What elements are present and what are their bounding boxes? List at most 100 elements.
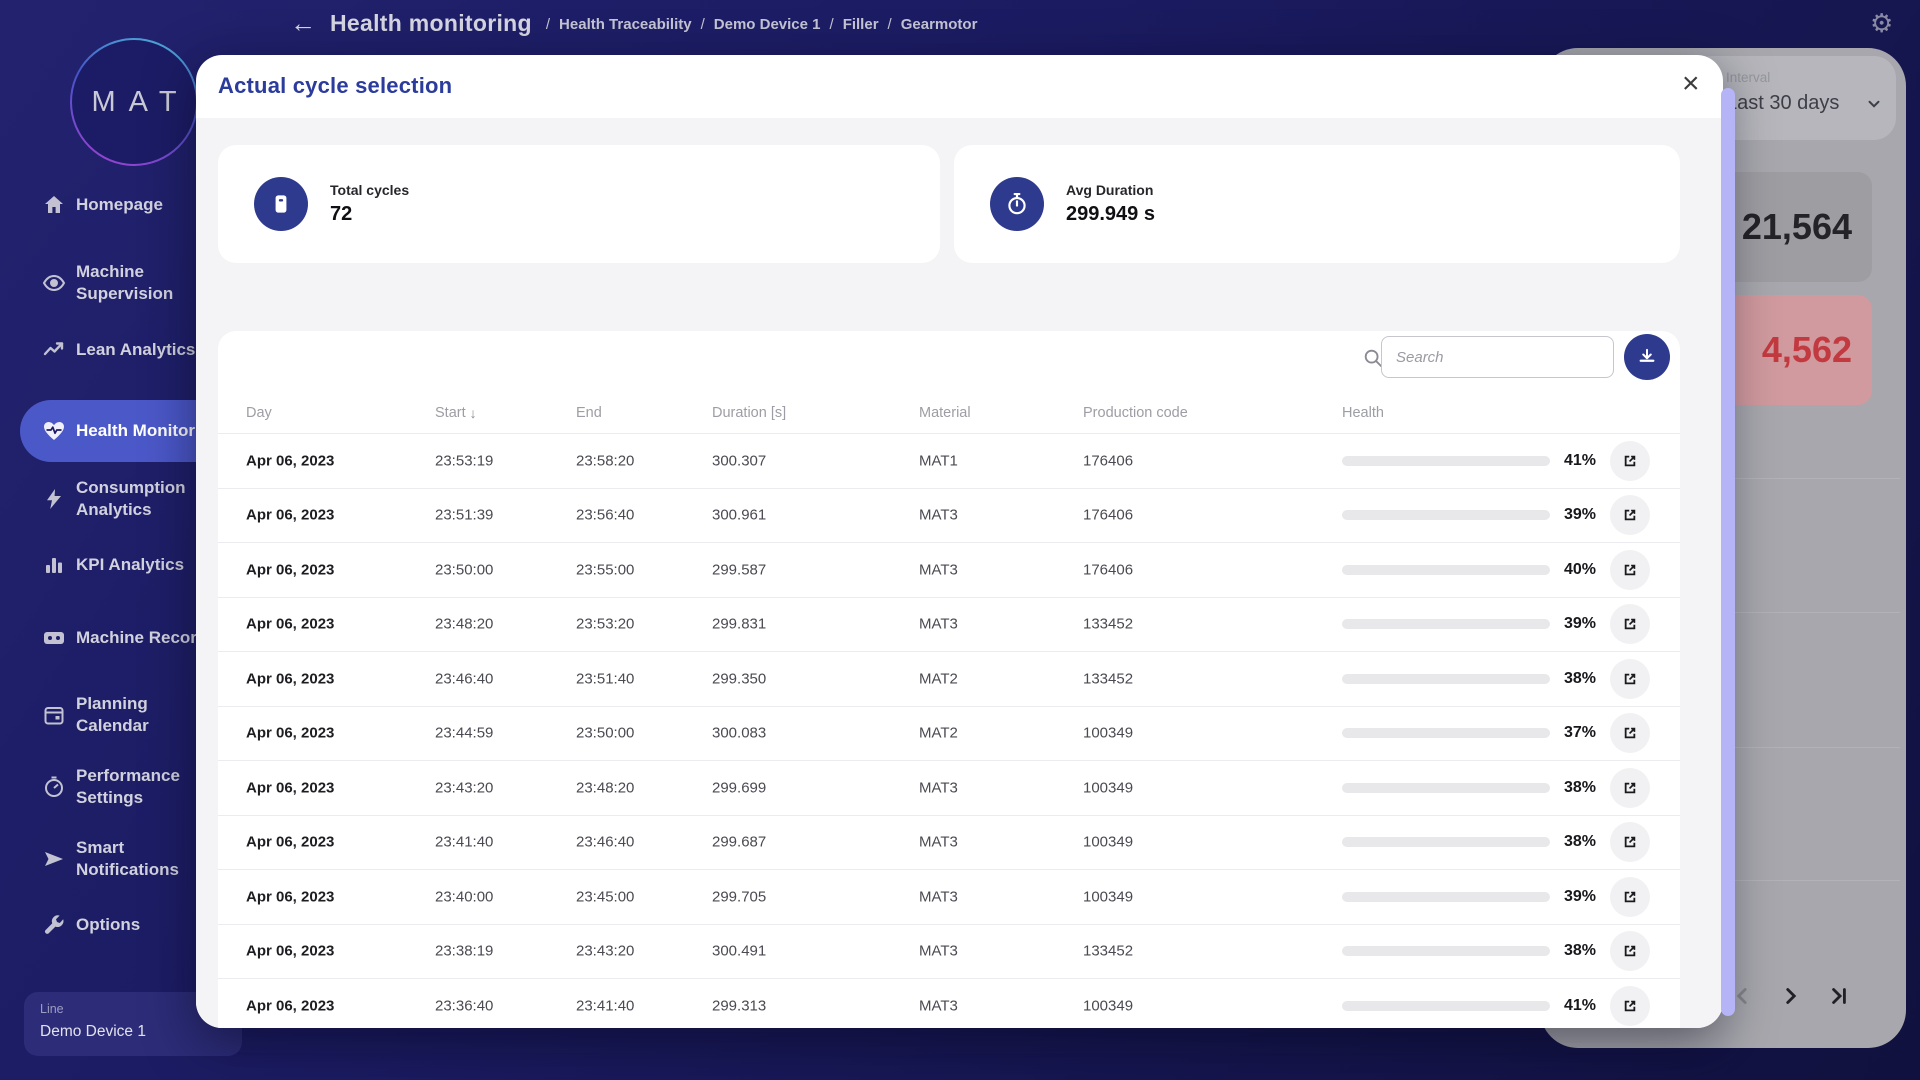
cell-end: 23:55:00: [576, 561, 634, 578]
open-in-new-button[interactable]: [1610, 495, 1650, 535]
health-percent: 41%: [1508, 997, 1596, 1015]
open-in-new-button[interactable]: [1610, 441, 1650, 481]
table-row: Apr 06, 2023 23:44:59 23:50:00 300.083 M…: [218, 706, 1680, 761]
cell-production-code: 176406: [1083, 561, 1133, 578]
open-in-new-button[interactable]: [1610, 550, 1650, 590]
search-input[interactable]: [1381, 336, 1614, 378]
breadcrumb-item[interactable]: Demo Device 1: [714, 16, 821, 33]
cell-end: 23:58:20: [576, 452, 634, 469]
total-cycles-card: Total cycles 72: [218, 145, 940, 263]
last-page-icon[interactable]: [1826, 983, 1852, 1009]
table-row: Apr 06, 2023 23:50:00 23:55:00 299.587 M…: [218, 542, 1680, 597]
total-cycles-value: 72: [330, 203, 409, 226]
cell-production-code: 100349: [1083, 997, 1133, 1014]
cell-day: Apr 06, 2023: [246, 779, 334, 796]
lightning-bolt-icon: [42, 487, 66, 511]
health-percent: 38%: [1508, 670, 1596, 688]
send-icon: [42, 847, 66, 871]
cell-material: MAT3: [919, 561, 958, 578]
close-icon[interactable]: ×: [1678, 65, 1704, 103]
page-title: Health monitoring: [330, 10, 532, 37]
cell-start: 23:41:40: [435, 834, 493, 851]
cell-start: 23:40:00: [435, 888, 493, 905]
col-header-production-code[interactable]: Production code: [1083, 405, 1188, 421]
cell-end: 23:41:40: [576, 997, 634, 1014]
breadcrumb-item[interactable]: Filler: [843, 16, 879, 33]
stopwatch-icon: [990, 177, 1044, 231]
gauge-icon: [42, 775, 66, 799]
open-in-new-button[interactable]: [1610, 931, 1650, 971]
health-percent: 37%: [1508, 724, 1596, 742]
open-in-new-button[interactable]: [1610, 986, 1650, 1026]
gear-icon[interactable]: ⚙: [1870, 8, 1893, 39]
cell-end: 23:46:40: [576, 834, 634, 851]
cell-end: 23:53:20: [576, 616, 634, 633]
open-in-new-button[interactable]: [1610, 659, 1650, 699]
wrench-icon: [42, 913, 66, 937]
heart-pulse-icon: [42, 419, 66, 443]
cell-material: MAT2: [919, 725, 958, 742]
download-button[interactable]: [1624, 334, 1670, 380]
breadcrumb-item[interactable]: Health Traceability: [559, 16, 692, 33]
cell-production-code: 100349: [1083, 834, 1133, 851]
cell-material: MAT3: [919, 616, 958, 633]
app-logo: MAT: [70, 38, 198, 166]
archive-icon: [254, 177, 308, 231]
cell-production-code: 100349: [1083, 888, 1133, 905]
open-in-new-button[interactable]: [1610, 877, 1650, 917]
cell-duration: 299.350: [712, 670, 766, 687]
health-percent: 40%: [1508, 561, 1596, 579]
back-arrow-icon[interactable]: ←: [290, 10, 316, 36]
avg-duration-card: Avg Duration 299.949 s: [954, 145, 1680, 263]
cell-day: Apr 06, 2023: [246, 943, 334, 960]
cell-end: 23:43:20: [576, 943, 634, 960]
health-percent: 39%: [1508, 888, 1596, 906]
col-header-health[interactable]: Health: [1342, 405, 1384, 421]
health-percent: 38%: [1508, 833, 1596, 851]
col-header-day[interactable]: Day: [246, 405, 272, 421]
table-row: Apr 06, 2023 23:46:40 23:51:40 299.350 M…: [218, 651, 1680, 706]
cell-production-code: 100349: [1083, 725, 1133, 742]
open-in-new-button[interactable]: [1610, 822, 1650, 862]
cell-material: MAT3: [919, 507, 958, 524]
interval-label: Interval: [1726, 70, 1896, 85]
open-in-new-button[interactable]: [1610, 604, 1650, 644]
pagination: [1730, 983, 1852, 1009]
health-percent: 39%: [1508, 615, 1596, 633]
sidebar-item-lean-analytics[interactable]: Lean Analytics: [42, 338, 195, 362]
open-in-new-button[interactable]: [1610, 713, 1650, 753]
cell-duration: 299.831: [712, 616, 766, 633]
col-header-end[interactable]: End: [576, 405, 602, 421]
col-header-material[interactable]: Material: [919, 405, 971, 421]
trend-line-icon: [42, 338, 66, 362]
sidebar-item-homepage[interactable]: Homepage: [42, 193, 163, 217]
col-header-start[interactable]: Start↓: [435, 405, 477, 421]
health-percent: 38%: [1508, 942, 1596, 960]
cell-production-code: 100349: [1083, 779, 1133, 796]
sidebar-item-kpi-analytics[interactable]: KPI Analytics: [42, 553, 184, 577]
sidebar-item-options[interactable]: Options: [42, 913, 140, 937]
cell-end: 23:51:40: [576, 670, 634, 687]
cell-start: 23:46:40: [435, 670, 493, 687]
sidebar-item-label: Homepage: [76, 194, 163, 216]
cell-material: MAT3: [919, 943, 958, 960]
cell-end: 23:45:00: [576, 888, 634, 905]
sidebar-item-label: KPI Analytics: [76, 554, 184, 576]
chevron-right-icon[interactable]: [1778, 983, 1804, 1009]
cell-material: MAT3: [919, 779, 958, 796]
col-header-duration[interactable]: Duration [s]: [712, 405, 786, 421]
cell-start: 23:48:20: [435, 616, 493, 633]
table-row: Apr 06, 2023 23:51:39 23:56:40 300.961 M…: [218, 488, 1680, 543]
sidebar-item-label: Lean Analytics: [76, 339, 195, 361]
cell-production-code: 133452: [1083, 943, 1133, 960]
eye-icon: [42, 271, 66, 295]
breadcrumb-item[interactable]: Gearmotor: [901, 16, 978, 33]
modal-scrollbar[interactable]: [1721, 88, 1735, 1016]
calendar-icon: [42, 703, 66, 727]
open-in-new-button[interactable]: [1610, 768, 1650, 808]
table-row: Apr 06, 2023 23:48:20 23:53:20 299.831 M…: [218, 597, 1680, 652]
table-row: Apr 06, 2023 23:38:19 23:43:20 300.491 M…: [218, 924, 1680, 979]
cell-start: 23:36:40: [435, 997, 493, 1014]
health-percent: 39%: [1508, 506, 1596, 524]
health-percent: 41%: [1508, 452, 1596, 470]
